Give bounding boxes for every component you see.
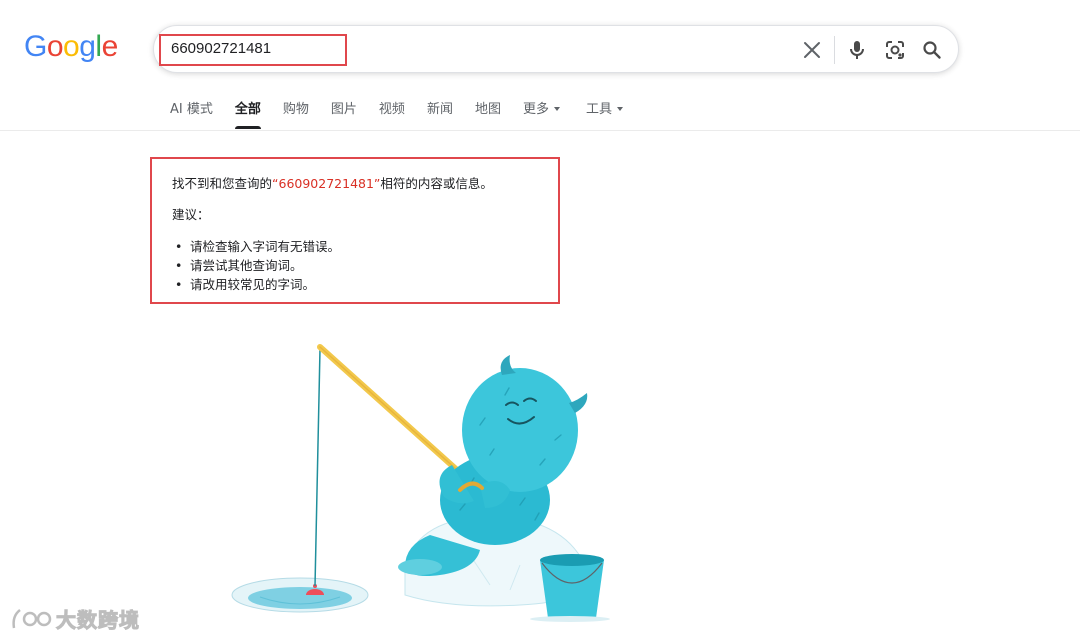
tab-label: AI 模式 — [170, 102, 213, 117]
no-results-message: 找不到和您查询的“660902721481”相符的内容或信息。 建议： 请检查输… — [150, 157, 560, 304]
microphone-icon[interactable] — [845, 38, 869, 62]
lens-camera-icon[interactable] — [883, 38, 907, 62]
watermark-text: 大数跨境 — [56, 608, 140, 633]
tab-label: 工具 — [585, 102, 612, 117]
chevron-down-icon — [617, 107, 623, 111]
close-icon[interactable] — [800, 38, 824, 62]
tab-label: 购物 — [282, 102, 309, 117]
search-divider — [834, 36, 835, 64]
no-results-suffix: 相符的内容或信息。 — [380, 176, 493, 191]
search-tabs: AI 模式 全部 购物 图片 视频 新闻 地图 更多 工具 — [170, 101, 645, 129]
logo-letter: e — [101, 30, 119, 63]
logo-letter: G — [24, 30, 47, 63]
tab-tools[interactable]: 工具 — [586, 101, 623, 129]
list-item: 请改用较常见的字词。 — [172, 275, 558, 294]
suggestions-list: 请检查输入字词有无错误。 请尝试其他查询词。 请改用较常见的字词。 — [172, 237, 558, 294]
logo-letter: g — [79, 30, 96, 63]
tab-label: 图片 — [330, 102, 357, 117]
tab-label: 视频 — [378, 102, 405, 117]
tab-news[interactable]: 新闻 — [427, 101, 453, 129]
tab-ai-mode[interactable]: AI 模式 — [170, 101, 213, 129]
google-logo[interactable]: Google — [24, 30, 118, 64]
tab-label: 新闻 — [426, 102, 453, 117]
logo-letter: o — [46, 30, 64, 63]
search-icon[interactable] — [920, 38, 944, 62]
tab-shopping[interactable]: 购物 — [283, 101, 309, 129]
tab-maps[interactable]: 地图 — [475, 101, 501, 129]
fishing-yeti-illustration — [231, 344, 610, 622]
watermark: 大数跨境 — [10, 604, 140, 633]
tab-label: 地图 — [474, 102, 501, 117]
watermark-logo-icon — [12, 608, 52, 628]
logo-letter: o — [63, 30, 80, 63]
tab-images[interactable]: 图片 — [331, 101, 357, 129]
chevron-down-icon — [553, 107, 560, 111]
no-results-text: 找不到和您查询的“660902721481”相符的内容或信息。 — [172, 175, 558, 193]
tab-videos[interactable]: 视频 — [379, 101, 405, 129]
search-input[interactable]: 660902721481 — [171, 40, 271, 57]
suggestions-heading: 建议： — [172, 207, 210, 222]
tab-label: 更多 — [522, 102, 549, 117]
tab-label: 全部 — [234, 102, 261, 117]
list-item: 请检查输入字词有无错误。 — [172, 237, 558, 256]
search-bar[interactable]: 660902721481 — [153, 25, 959, 73]
tabs-divider — [0, 130, 1080, 131]
list-item: 请尝试其他查询词。 — [172, 256, 558, 275]
tab-all[interactable]: 全部 — [234, 101, 261, 129]
no-results-query: “660902721481” — [272, 176, 381, 191]
no-results-prefix: 找不到和您查询的 — [172, 176, 273, 191]
tab-more[interactable]: 更多 — [523, 101, 560, 129]
